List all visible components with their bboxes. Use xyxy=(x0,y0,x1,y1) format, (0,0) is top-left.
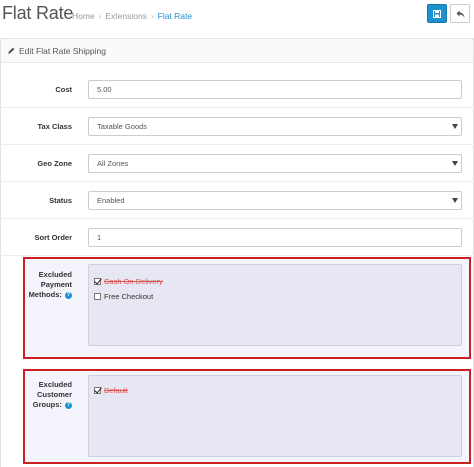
cost-label: Cost xyxy=(55,85,72,94)
group-option-label: Default xyxy=(104,386,128,395)
payment-option-label: Cash On Delivery xyxy=(104,277,163,286)
form-row-geo-zone: Geo Zone All Zones xyxy=(0,145,474,182)
breadcrumb-home[interactable]: Home xyxy=(72,11,95,21)
payment-option-label: Free Checkout xyxy=(104,292,154,301)
sort-order-input[interactable]: 1 xyxy=(88,228,462,247)
form-row-status: Status Enabled xyxy=(0,182,474,219)
pencil-icon xyxy=(8,47,15,54)
sort-order-label: Sort Order xyxy=(34,233,72,242)
page-header: Flat Rate Home › Extensions › Flat Rate xyxy=(0,0,474,32)
reply-icon xyxy=(456,10,464,17)
checkbox-unchecked[interactable] xyxy=(94,293,101,300)
breadcrumb-flat-rate[interactable]: Flat Rate xyxy=(158,11,193,21)
back-button[interactable] xyxy=(450,4,470,23)
excluded-groups-label-line2: Customer xyxy=(36,390,72,399)
help-icon[interactable]: ? xyxy=(65,291,72,299)
tax-class-select[interactable]: Taxable Goods xyxy=(88,117,462,136)
group-option-default[interactable]: Default xyxy=(94,386,128,395)
checkbox-checked[interactable] xyxy=(94,278,101,285)
form-row-sort-order: Sort Order 1 xyxy=(0,219,474,256)
cost-value: 5.00 xyxy=(97,85,112,94)
breadcrumb-separator: › xyxy=(98,11,102,21)
excluded-payment-label-line2: Payment xyxy=(40,280,72,289)
status-value: Enabled xyxy=(97,196,125,205)
excluded-payment-label-line1: Excluded xyxy=(38,270,72,279)
geo-zone-select[interactable]: All Zones xyxy=(88,154,462,173)
excluded-groups-list: Default xyxy=(88,375,462,457)
caret-down-icon xyxy=(452,124,458,129)
status-select[interactable]: Enabled xyxy=(88,191,462,210)
caret-down-icon xyxy=(452,161,458,166)
sort-order-value: 1 xyxy=(97,233,102,242)
payment-option-free-checkout[interactable]: Free Checkout xyxy=(94,292,153,301)
cost-input[interactable]: 5.00 xyxy=(88,80,462,99)
geo-zone-label: Geo Zone xyxy=(37,159,72,168)
excluded-payment-list: Cash On Delivery Free Checkout xyxy=(88,264,462,346)
breadcrumb-separator: › xyxy=(150,11,154,21)
excluded-groups-label-line3: Groups: ? xyxy=(0,400,72,410)
excluded-groups-label-text: Groups: xyxy=(32,400,62,409)
geo-zone-value: All Zones xyxy=(97,159,129,168)
breadcrumb-extensions[interactable]: Extensions xyxy=(105,11,147,21)
panel-heading: Edit Flat Rate Shipping xyxy=(1,39,473,63)
excluded-groups-label: Excluded Customer Groups: ? xyxy=(0,380,72,410)
breadcrumb: Home › Extensions › Flat Rate xyxy=(72,11,192,21)
form-row-cost: Cost 5.00 xyxy=(0,71,474,108)
excluded-payment-label-line3: Methods: ? xyxy=(0,290,72,300)
save-button[interactable] xyxy=(427,4,447,23)
caret-down-icon xyxy=(452,198,458,203)
excluded-payment-label-text: Methods: xyxy=(28,290,62,299)
form-row-tax-class: Tax Class Taxable Goods xyxy=(0,108,474,145)
excluded-groups-label-line1: Excluded xyxy=(38,380,72,389)
payment-option-cash-on-delivery[interactable]: Cash On Delivery xyxy=(94,277,163,286)
excluded-payment-label: Excluded Payment Methods: ? xyxy=(0,270,72,300)
status-label: Status xyxy=(49,196,72,205)
tax-class-value: Taxable Goods xyxy=(97,122,148,131)
panel-heading-text: Edit Flat Rate Shipping xyxy=(19,45,106,56)
page-title: Flat Rate xyxy=(2,3,74,23)
checkbox-checked[interactable] xyxy=(94,387,101,394)
help-icon[interactable]: ? xyxy=(65,401,72,409)
save-icon xyxy=(433,9,441,18)
tax-class-label: Tax Class xyxy=(37,122,72,131)
